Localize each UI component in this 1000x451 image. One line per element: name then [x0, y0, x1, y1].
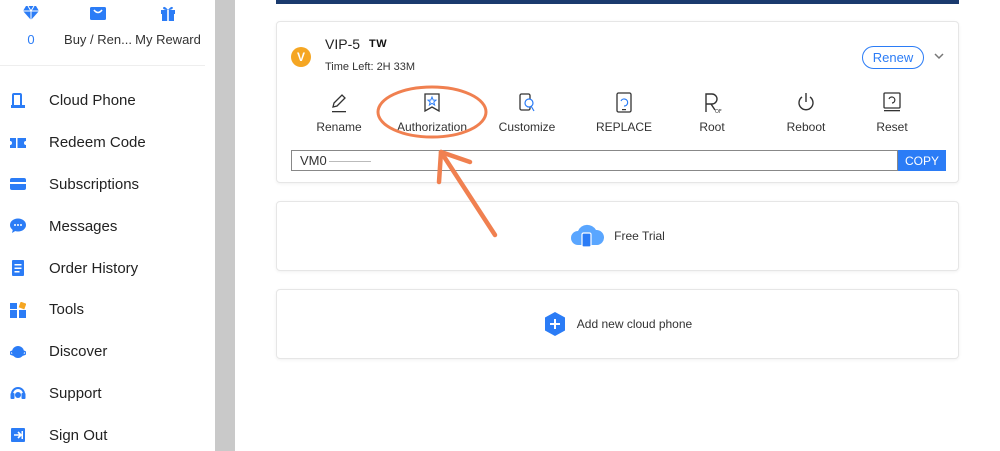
- sidebar: 0 Buy / Ren... My Reward Cloud Phone Red…: [0, 0, 215, 451]
- chat-icon: [10, 218, 26, 234]
- reboot-button[interactable]: Reboot: [782, 92, 830, 134]
- vip-badge-icon: V: [291, 47, 311, 67]
- planet-icon: [10, 344, 26, 360]
- logout-icon: [10, 427, 26, 443]
- sidebar-scroll-divider: [215, 0, 235, 451]
- add-cloud-phone-content: Add new cloud phone: [277, 290, 958, 358]
- add-cloud-phone-label: Add new cloud phone: [576, 317, 693, 331]
- cloud-phone-card: V VIP-5 TW Time Left: 2H 33M Renew Renam…: [276, 21, 959, 183]
- pencil-icon: [332, 94, 346, 113]
- free-trial-card[interactable]: Free Trial: [276, 201, 959, 271]
- sidebar-item-support[interactable]: Support: [0, 373, 205, 415]
- reboot-label: Reboot: [786, 120, 826, 134]
- sidebar-item-redeem-code[interactable]: Redeem Code: [0, 122, 205, 164]
- vm-id-value: VM0: [300, 153, 327, 168]
- sidebar-item-subscriptions[interactable]: Subscriptions: [0, 164, 205, 206]
- replace-button[interactable]: REPLACE: [587, 92, 661, 134]
- headset-icon: [10, 385, 26, 401]
- diamond-balance[interactable]: 0: [0, 4, 66, 47]
- free-trial-content: Free Trial: [277, 202, 958, 270]
- redacted-mask: [328, 161, 371, 163]
- svg-text:OFF: OFF: [715, 109, 722, 114]
- banner-image-edge: [276, 0, 959, 4]
- customize-button[interactable]: Customize: [492, 92, 562, 134]
- cloud-phone-icon: [571, 224, 605, 248]
- add-cloud-phone-card[interactable]: Add new cloud phone: [276, 289, 959, 359]
- gift-icon: [161, 6, 175, 21]
- sidebar-item-cloud-phone[interactable]: Cloud Phone: [0, 80, 205, 122]
- sidebar-item-messages[interactable]: Messages: [0, 205, 205, 247]
- document-icon: [10, 260, 26, 277]
- my-reward-label: My Reward: [135, 32, 201, 47]
- reset-label: Reset: [876, 120, 908, 134]
- time-left-label: Time Left:: [325, 61, 374, 73]
- replace-label: REPLACE: [595, 120, 653, 134]
- sidebar-menu: Cloud Phone Redeem Code Subscriptions Me…: [0, 80, 205, 451]
- phone-icon: [10, 92, 26, 109]
- time-left-value: 2H 33M: [376, 61, 416, 73]
- card-icon: [10, 176, 26, 192]
- sidebar-item-tools[interactable]: Tools: [0, 289, 205, 331]
- root-icon: OFF: [705, 93, 722, 114]
- rename-label: Rename: [316, 120, 362, 134]
- buy-renew-button[interactable]: Buy / Ren...: [63, 4, 133, 47]
- sidebar-item-label: Tools: [49, 301, 85, 319]
- authorization-label: Authorization: [396, 120, 468, 134]
- grid-icon: [10, 301, 26, 318]
- root-button[interactable]: OFF Root: [687, 92, 737, 134]
- diamond-icon: [23, 5, 39, 20]
- sidebar-item-discover[interactable]: Discover: [0, 331, 205, 373]
- device-actions: Rename Authorization Customize REPLACE O…: [277, 92, 960, 136]
- plus-hexagon-icon: [544, 312, 565, 336]
- chevron-down-icon[interactable]: [933, 48, 945, 64]
- renew-button[interactable]: Renew: [862, 46, 924, 69]
- device-name: VIP-5: [325, 36, 361, 52]
- time-left: Time Left: 2H 33M: [325, 61, 415, 73]
- customize-icon: [519, 93, 535, 112]
- diamond-count: 0: [27, 32, 35, 47]
- reset-icon: [883, 92, 901, 112]
- region-tag: TW: [369, 38, 388, 50]
- sidebar-item-sign-out[interactable]: Sign Out: [0, 414, 205, 451]
- authorization-icon: [424, 93, 440, 113]
- ticket-icon: [10, 135, 26, 151]
- main-content: V VIP-5 TW Time Left: 2H 33M Renew Renam…: [235, 0, 1000, 451]
- sidebar-item-order-history[interactable]: Order History: [0, 247, 205, 289]
- my-reward-button[interactable]: My Reward: [128, 4, 208, 47]
- replace-icon: [616, 92, 632, 113]
- copy-button[interactable]: COPY: [898, 150, 946, 171]
- buy-renew-label: Buy / Ren...: [64, 32, 132, 47]
- account-stats: 0 Buy / Ren... My Reward: [0, 0, 205, 66]
- authorization-button[interactable]: Authorization: [391, 92, 473, 134]
- sidebar-item-label: Messages: [49, 217, 118, 235]
- free-trial-label: Free Trial: [614, 229, 665, 243]
- sidebar-item-label: Discover: [49, 343, 108, 361]
- reset-button[interactable]: Reset: [869, 92, 915, 134]
- sidebar-item-label: Redeem Code: [49, 134, 146, 152]
- rename-button[interactable]: Rename: [313, 92, 365, 134]
- sidebar-item-label: Order History: [49, 259, 139, 277]
- customize-label: Customize: [498, 120, 556, 134]
- shopping-bag-icon: [90, 7, 106, 20]
- power-icon: [798, 93, 814, 111]
- sidebar-item-label: Cloud Phone: [49, 92, 136, 110]
- vm-id-field[interactable]: VM0: [291, 150, 898, 171]
- sidebar-item-label: Sign Out: [49, 426, 108, 444]
- sidebar-item-label: Subscriptions: [49, 175, 140, 193]
- root-label: Root: [699, 120, 725, 134]
- sidebar-item-label: Support: [49, 384, 102, 402]
